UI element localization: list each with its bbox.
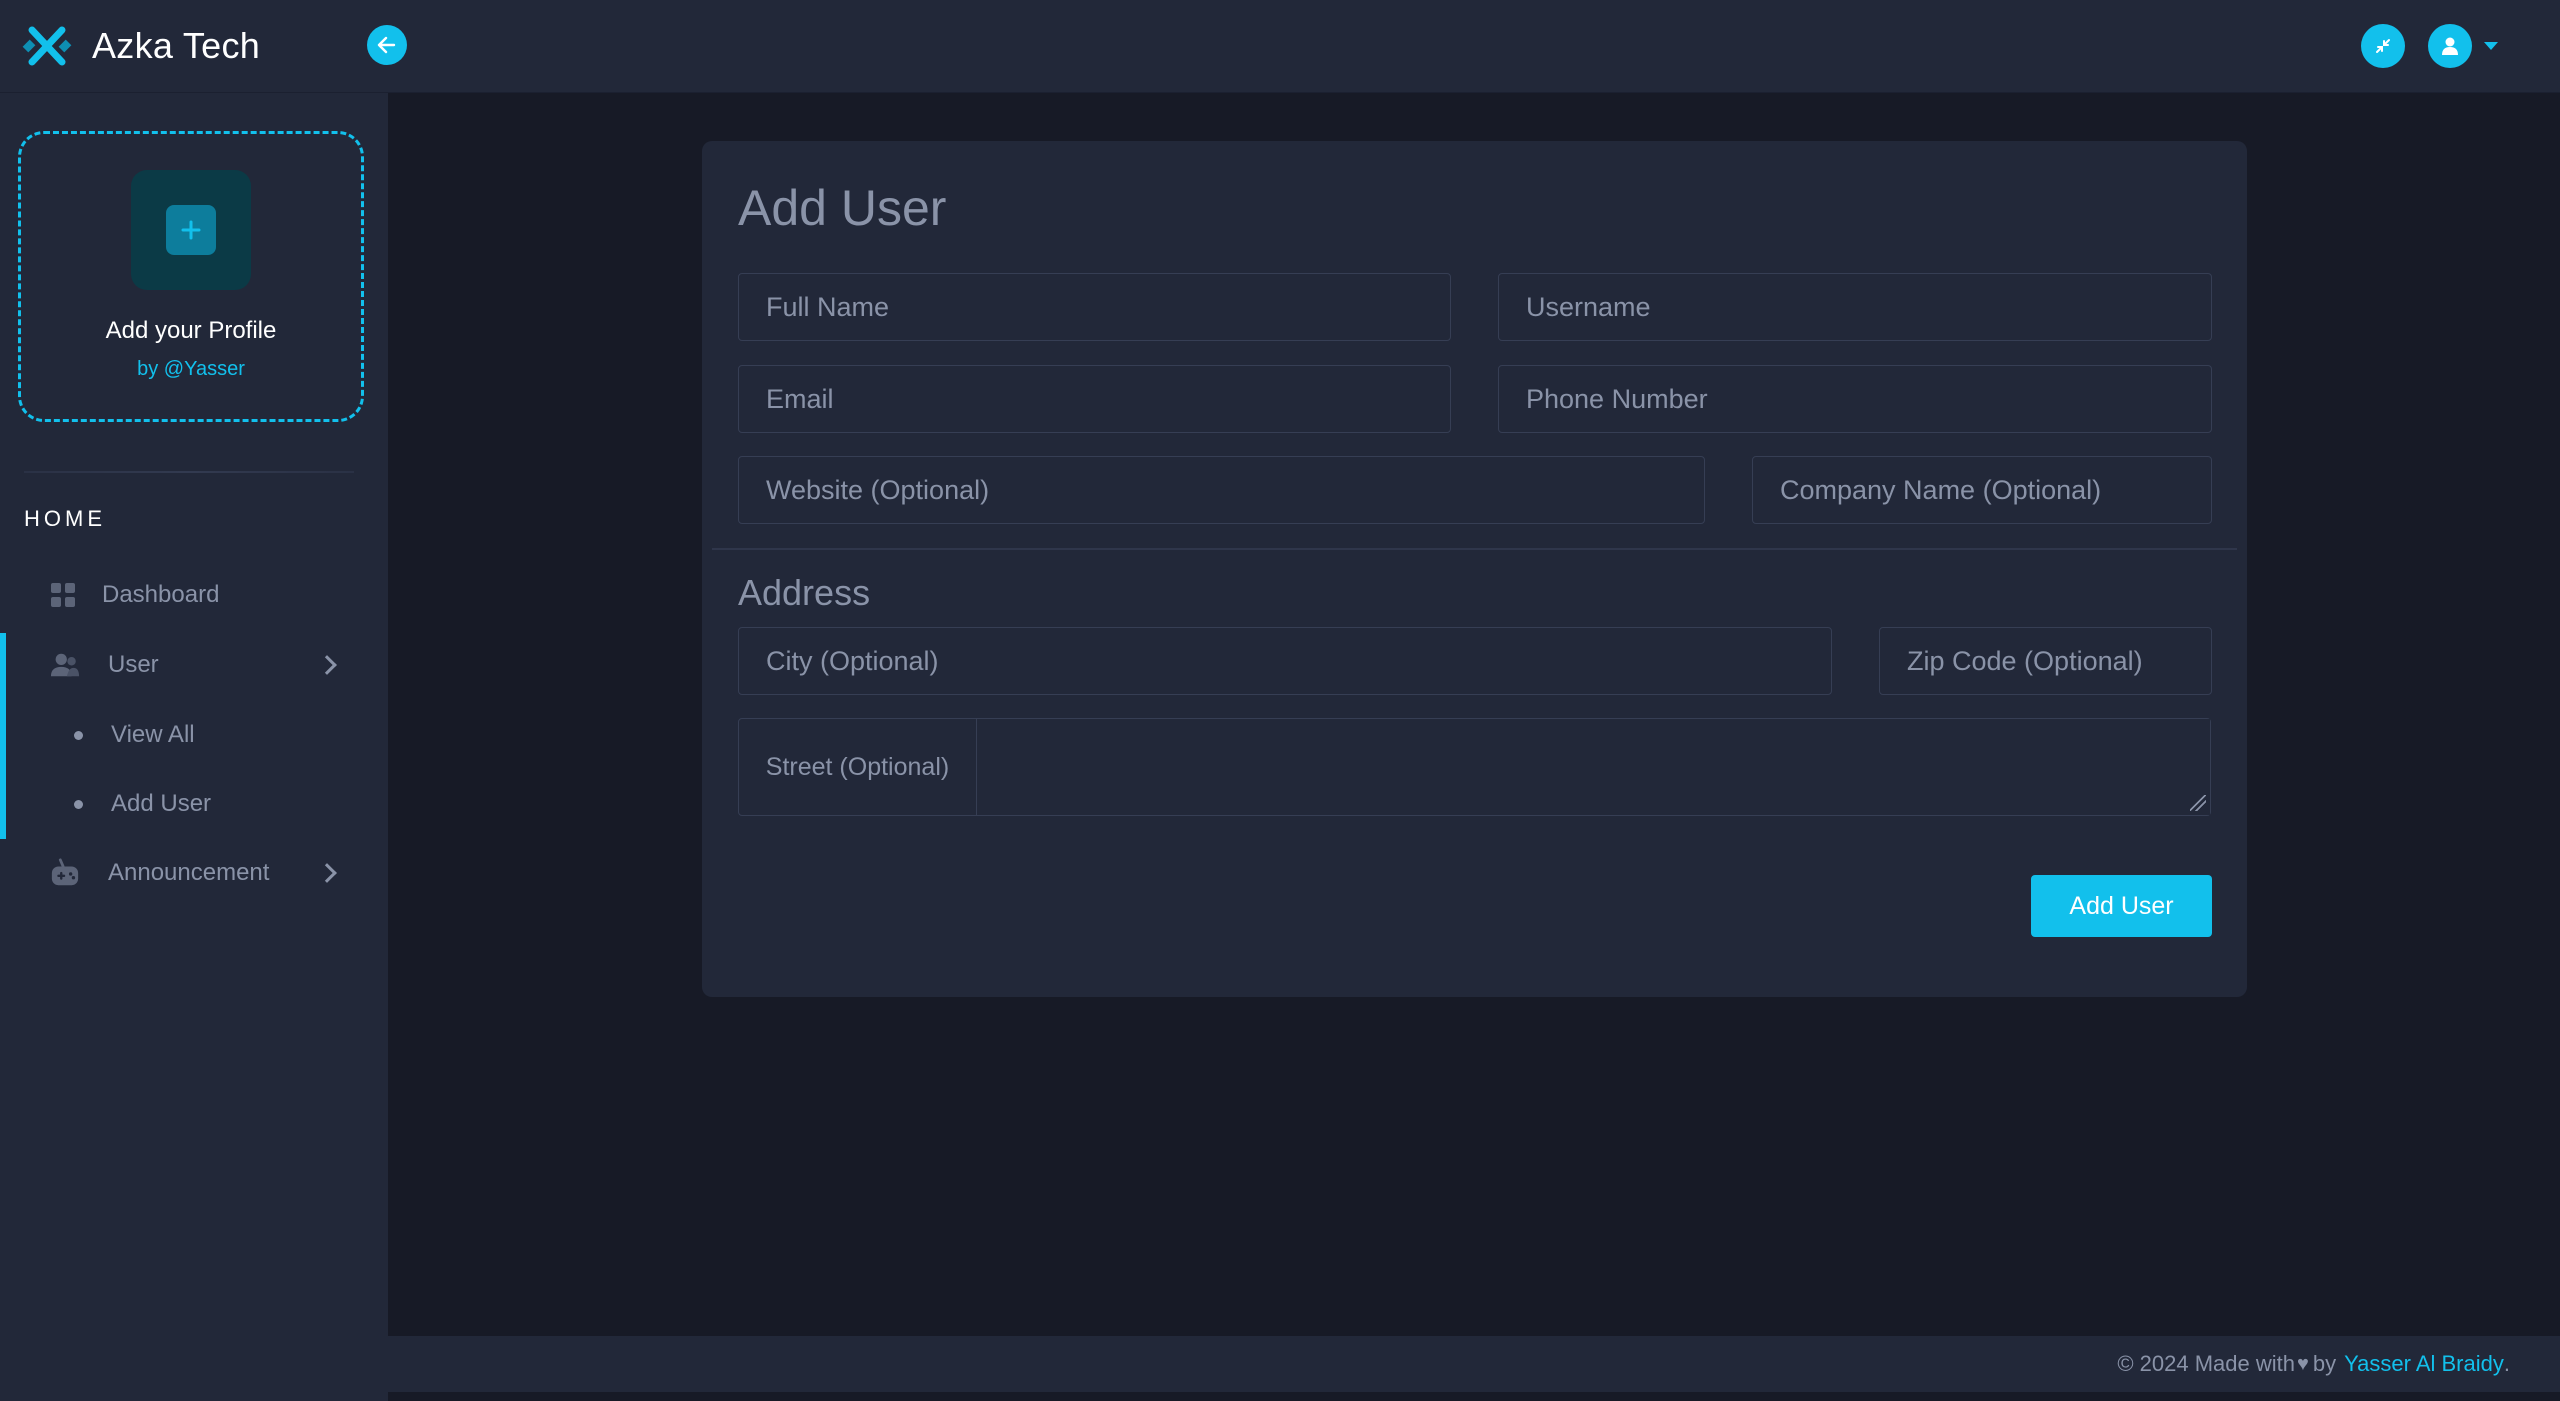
user-menu-button[interactable] bbox=[2428, 24, 2472, 68]
profile-author-link[interactable]: by @Yasser bbox=[21, 358, 361, 381]
fullscreen-toggle-button[interactable] bbox=[2361, 24, 2405, 68]
add-profile-card[interactable]: Add your Profile by @Yasser bbox=[18, 131, 364, 422]
collapse-sidebar-button[interactable] bbox=[367, 25, 407, 65]
email-input[interactable] bbox=[738, 365, 1451, 433]
sidebar-subitem-label: Add User bbox=[111, 790, 212, 817]
footer-copyright: © 2024 Made with bbox=[2117, 1351, 2295, 1376]
sidebar-subitem-label: View All bbox=[111, 721, 195, 748]
chevron-right-icon bbox=[317, 655, 337, 675]
game-controller-icon bbox=[50, 858, 80, 888]
bullet-icon bbox=[74, 730, 83, 740]
footer-suffix: . bbox=[2503, 1351, 2510, 1376]
sidebar-divider bbox=[24, 471, 354, 473]
plus-icon bbox=[166, 205, 216, 255]
chevron-right-icon bbox=[317, 863, 337, 883]
sidebar-item-label: User bbox=[108, 651, 159, 678]
user-icon bbox=[2442, 37, 2458, 55]
sidebar-item-label: Announcement bbox=[108, 859, 270, 886]
arrow-left-icon bbox=[377, 36, 396, 54]
brand-logo-icon bbox=[22, 26, 72, 66]
city-input[interactable] bbox=[738, 627, 1832, 695]
brand[interactable]: Azka Tech bbox=[22, 20, 260, 72]
brand-name: Azka Tech bbox=[92, 25, 261, 66]
add-user-card: Add User Address Street (Optional) Add U… bbox=[702, 141, 2247, 997]
footer-author-link[interactable]: Yasser Al Braidy bbox=[2344, 1351, 2504, 1377]
street-textarea[interactable] bbox=[977, 719, 2210, 815]
add-user-submit-button[interactable]: Add User bbox=[2031, 875, 2212, 937]
minimize-icon bbox=[2376, 39, 2390, 53]
resize-handle-icon[interactable] bbox=[2190, 795, 2206, 811]
top-bar: Azka Tech bbox=[0, 0, 2560, 93]
company-name-input[interactable] bbox=[1752, 456, 2212, 524]
street-label: Street (Optional) bbox=[739, 719, 977, 815]
website-input[interactable] bbox=[738, 456, 1705, 524]
address-section-title: Address bbox=[738, 572, 871, 613]
sidebar-item-label: Dashboard bbox=[102, 581, 220, 608]
sidebar-subitem-view-all[interactable]: View All bbox=[0, 708, 388, 762]
sidebar-section-label: HOME bbox=[24, 506, 106, 531]
username-input[interactable] bbox=[1498, 273, 2212, 341]
footer-by: by bbox=[2312, 1351, 2337, 1376]
street-field-group: Street (Optional) bbox=[738, 718, 2211, 816]
full-name-input[interactable] bbox=[738, 273, 1451, 341]
profile-title: Add your Profile bbox=[105, 317, 277, 344]
sidebar: Add your Profile by @Yasser HOME Dashboa… bbox=[0, 93, 388, 1401]
phone-number-input[interactable] bbox=[1498, 365, 2212, 433]
footer: © 2024 Made with ♥ by Yasser Al Braidy . bbox=[388, 1336, 2560, 1392]
section-divider bbox=[712, 548, 2237, 550]
sidebar-item-dashboard[interactable]: Dashboard bbox=[0, 568, 388, 622]
sidebar-item-user[interactable]: User bbox=[0, 638, 388, 692]
users-icon bbox=[50, 650, 80, 680]
zip-code-input[interactable] bbox=[1879, 627, 2212, 695]
sidebar-subitem-add-user[interactable]: Add User bbox=[0, 777, 388, 831]
bullet-icon bbox=[74, 799, 83, 809]
page-title: Add User bbox=[738, 180, 947, 236]
dashboard-grid-icon bbox=[48, 580, 78, 610]
sidebar-item-announcement[interactable]: Announcement bbox=[0, 846, 388, 900]
caret-down-icon[interactable] bbox=[2484, 42, 2498, 50]
add-profile-button[interactable] bbox=[131, 170, 251, 290]
heart-icon: ♥ bbox=[2296, 1352, 2309, 1375]
